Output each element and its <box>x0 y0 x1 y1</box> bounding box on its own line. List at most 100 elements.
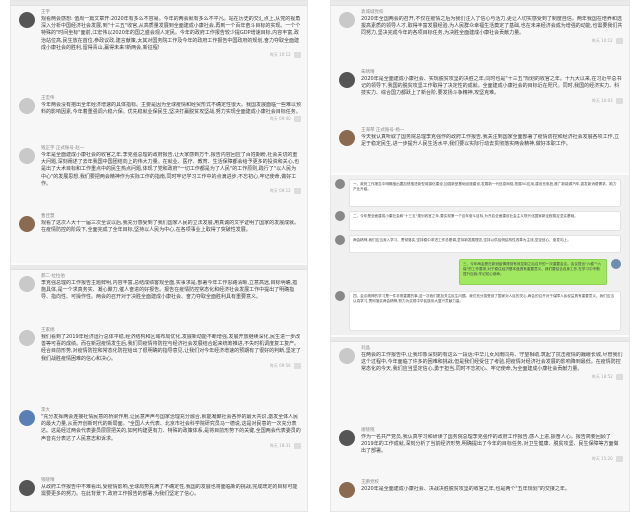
comment-meta: 昨天 10:12 · <box>41 52 301 59</box>
chat-bubble: 两会精神,我们应当深入学习、贯彻落实,坚持稳中求进工作总基调,坚持新发展理念,坚… <box>349 235 621 253</box>
comment-meta: 昨天 18:31 · <box>41 442 301 449</box>
comment-username[interactable]: 王鹏党校 <box>361 479 623 486</box>
reply-chip[interactable]: · <box>293 52 301 59</box>
avatar[interactable] <box>335 211 345 221</box>
comment-username[interactable]: 朱晴晴 <box>361 69 623 76</box>
comment-text: 李克强总理的工作报告主题鲜明,内容丰富,总结成绩客观全面,实事求是,部署今年工作… <box>41 280 298 301</box>
comment-username[interactable]: 王海琴 正式账号·杨一 <box>361 127 623 134</box>
comment-item: 刘晶 在两会的工作报告中,让我印象深刻的有这么一段话:中华儿女风雨同舟、守望相助… <box>331 342 629 424</box>
comment-item: 钱正宇 正式账号·赵一 今年是全面建成小康社会的收官之年,李克强总理的政府报告,… <box>11 142 307 210</box>
comment-time: 昨天 15:20 <box>591 455 613 461</box>
reply-chip[interactable]: · <box>615 37 623 44</box>
avatar[interactable] <box>339 348 355 364</box>
reply-chip[interactable]: · <box>293 442 301 449</box>
comment-time: 昨天 10:12 <box>591 37 613 43</box>
reply-chip[interactable]: · <box>615 455 623 462</box>
comment-text: 今年是全面建成小康社会的收官之年,李克强总理的政府报告,让大家感到万千,报告内容… <box>41 152 300 187</box>
avatar[interactable] <box>19 216 35 232</box>
comment-item: 曹佳慧 观看了这次人大十一届三次全议以后,我充分感受到了我们国家人民的立法发展,… <box>11 210 307 250</box>
comment-meta: 昨天 09:40 · <box>41 116 301 123</box>
comment-item: 袁城城党校 2020年全国两会的召开,不仅在疫情之后为我们注入了信心与活力,更让… <box>331 6 629 66</box>
avatar[interactable] <box>19 148 35 164</box>
reply-chip[interactable]: · <box>615 97 623 104</box>
comment-screenshot-1: 王宇 观看两会感想: 值周一篇文章开:2020年有多么不容易。今年的两会就有多么… <box>11 1 307 263</box>
comment-screenshot-4: 刘晶 在两会的工作报告中,让我印象深刻的有这么一段话:中华儿女风雨同舟、守望相助… <box>331 337 629 511</box>
comment-text: 今年两会没有抱出全年经济增速的具体指标。主要是因为全球疫情和经贸形式不确定性很大… <box>41 102 301 116</box>
comment-text: 2020年是全面建成小康社会、实现脱贫攻坚的决胜之年,同时也是"十三五"规划的收… <box>361 76 622 97</box>
avatar[interactable] <box>335 179 345 189</box>
comment-time: 昨天 10:03 <box>591 97 613 103</box>
chat-bubble-self: 三、今年两会是在新冠疫情得到有效控制之后召开的一次重要会议。会议提出"六稳""六… <box>459 259 607 285</box>
comment-item: 王海琴 正式账号·杨一 今天我认真听取了国务院总理李克强作的政府工作报告,我关注… <box>331 124 629 170</box>
reply-chip[interactable]: · <box>615 373 623 380</box>
comment-username[interactable]: 刘晶 <box>361 345 623 352</box>
comment-text: 今天我认真听取了国务院总理李克强作的政府工作报告,我关注到国家全面部署了疫情防控… <box>361 134 620 148</box>
comment-item: 王家杨 我们看到了2019年经济运行总体平稳,经济结构和区域布局优化,发展新动能… <box>11 324 307 404</box>
chat-screenshot: 一、政府工作报告中明确指出要加快推进新型城镇化建设,加强新型基础设施建设,发展新… <box>331 175 629 335</box>
comment-item: 王宏伟 今年两会没有抱出全年经济增速的具体指标。主要是因为全球疫情和经贸形式不确… <box>11 92 307 142</box>
avatar[interactable] <box>339 430 355 446</box>
avatar[interactable] <box>19 480 35 496</box>
avatar[interactable] <box>339 482 355 498</box>
left-screenshot-panel: 王宇 观看两会感想: 值周一篇文章开:2020年有多么不容易。今年的两会就有多么… <box>10 0 308 512</box>
avatar[interactable] <box>19 12 35 28</box>
avatar[interactable] <box>19 410 35 426</box>
comment-meta: 昨天 18:52 · <box>361 373 623 380</box>
comment-username[interactable]: 王家杨 <box>41 327 301 334</box>
comment-item: 谢晓晓 作为一名共产党员,我认真学习和研读了国务院总理李克强作的政府工作报告,感… <box>331 424 629 476</box>
avatar[interactable] <box>339 72 355 88</box>
comment-meta: 昨天 10:12 · <box>361 37 623 44</box>
comment-username[interactable]: 钱晓晴 <box>41 477 301 484</box>
comment-username[interactable]: 曹佳慧 <box>41 213 301 220</box>
comment-item: 朱晴晴 2020年是全面建成小康社会、实现脱贫攻坚的决胜之年,同时也是"十三五"… <box>331 66 629 124</box>
avatar[interactable] <box>335 291 345 301</box>
avatar[interactable] <box>339 12 355 28</box>
comment-text: 2020年全国两会的召开,不仅在疫情之后为我们注入了信心与活力,更让人切实感受到… <box>361 16 623 37</box>
comment-meta: 昨天 15:20 · <box>361 455 623 462</box>
comment-meta: 昨天 10:03 · <box>361 97 623 104</box>
comment-time: 昨天 09:40 <box>269 116 291 122</box>
avatar[interactable] <box>611 259 621 269</box>
reply-chip[interactable]: · <box>293 116 301 123</box>
comment-item: 郝二·拉拉伯 李克强总理的工作报告主题鲜明,内容丰富,总结成绩客观全面,实事求是… <box>11 270 307 324</box>
comment-time: 昨天 09:56 <box>269 362 291 368</box>
avatar[interactable] <box>19 330 35 346</box>
right-screenshot-panel: 袁城城党校 2020年全国两会的召开,不仅在疫情之后为我们注入了信心与活力,更让… <box>330 0 630 512</box>
comment-time: 昨天 10:12 <box>269 52 291 58</box>
comment-text: "充分发挥两会连接社情民意的桥梁作用,让民意声声与国家治理充分融合,就能凝聚社会… <box>41 414 301 442</box>
comment-username[interactable]: 李大 <box>41 407 301 414</box>
comment-text: 2020年是全面建成小康社会、决战决胜脱贫攻坚的收官之年,也是两个"五年规划"的… <box>361 486 570 492</box>
comment-item: 钱晓晴 从政府工作报告中不难看出,受疫情影响,全球局势充满了不确定性,我国的发展… <box>11 474 307 511</box>
comment-username[interactable]: 王宏伟 <box>41 95 301 102</box>
comment-username[interactable]: 谢晓晓 <box>361 427 623 434</box>
avatar[interactable] <box>339 130 355 146</box>
comment-time: 昨天 09:12 <box>269 188 291 194</box>
avatar[interactable] <box>335 235 345 245</box>
reply-chip[interactable]: · <box>293 362 301 369</box>
comment-username[interactable]: 郝二·拉拉伯 <box>41 273 301 280</box>
chat-bubble: 一、政府工作报告中明确指出要加快推进新型城镇化建设,加强新型基础设施建设,发展新… <box>349 179 621 207</box>
comment-text: 观看了这次人大十一届三次全议以后,我充分感受到了我们国家人民的立法发展,用真诚的… <box>41 220 300 234</box>
comment-text: 我们看到了2019年经济运行总体平稳,经济结构和区域布局优化,发展新动能不断增强… <box>41 334 301 362</box>
comment-screenshot-3: 袁城城党校 2020年全国两会的召开,不仅在疫情之后为我们注入了信心与活力,更让… <box>331 1 629 173</box>
comment-time: 昨天 18:31 <box>269 442 291 448</box>
comment-text: 在两会的工作报告中,让我印象深刻的有这么一段话:中华儿女风雨同舟、守望相助,筑起… <box>361 352 623 373</box>
reply-chip[interactable]: · <box>293 188 301 195</box>
comment-item: 王鹏党校 2020年是全面建成小康社会、决战决胜脱贫攻坚的收官之年,也是两个"五… <box>331 476 629 510</box>
comment-item: 李大 "充分发挥两会连接社情民意的桥梁作用,让民意声声与国家治理充分融合,就能凝… <box>11 404 307 474</box>
comment-username[interactable]: 袁城城党校 <box>361 9 623 16</box>
comment-text: 从政府工作报告中不难看出,受疫情影响,全球局势充满了不确定性,我国的发展也将面临… <box>41 484 298 498</box>
comment-meta: 昨天 09:12 · <box>41 188 301 195</box>
comment-username[interactable]: 钱正宇 正式账号·赵一 <box>41 145 301 152</box>
comment-username[interactable]: 王宇 <box>41 9 301 16</box>
comment-screenshot-2: 郝二·拉拉伯 李克强总理的工作报告主题鲜明,内容丰富,总结成绩客观全面,实事求是… <box>11 265 307 511</box>
comment-meta: 昨天 09:56 · <box>41 362 301 369</box>
comment-text: 观看两会感想: 值周一篇文章开:2020年有多么不容易。今年的两会就有多么不平凡… <box>41 16 301 51</box>
chat-bubble: 二、今年是全面建成小康社会和"十三五"规划收官之年,要实现第一个百年奋斗目标,为… <box>349 211 621 231</box>
comment-text: 作为一名共产党员,我认真学习和研读了国务院总理李克强作的政府工作报告,感人上进,… <box>361 434 619 455</box>
avatar[interactable] <box>19 276 35 292</box>
avatar[interactable] <box>19 98 35 114</box>
comment-item: 王宇 观看两会感想: 值周一篇文章开:2020年有多么不容易。今年的两会就有多么… <box>11 6 307 92</box>
comment-time: 昨天 18:52 <box>591 373 613 379</box>
chat-bubble: 四、会议精神的学习是一件非常重要的事,这一次我们更加关注民生问题。我们充分感受到… <box>349 291 621 331</box>
